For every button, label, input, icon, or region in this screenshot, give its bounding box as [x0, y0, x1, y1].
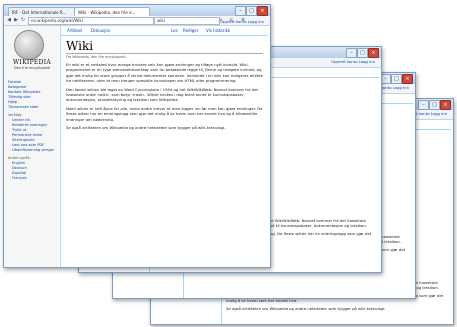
search-field[interactable]: wiki [154, 17, 220, 25]
sidebar-item[interactable]: Tilsvarende sider [8, 105, 58, 110]
logo-text: WIKIPEDIA [12, 59, 52, 66]
url-field[interactable]: no.wikipedia.org/wiki/Wiki [28, 17, 154, 25]
paragraph: Noen wikier er helt åpne for alle, mens … [66, 105, 263, 122]
close-button[interactable]: × [257, 6, 268, 16]
page-title: Wiki [66, 39, 263, 54]
user-links[interactable]: Opprett konto Logg inn [220, 19, 264, 24]
sidebar-item[interactable]: Utskriftsvennlig versjon [8, 148, 58, 153]
user-links[interactable]: Opprett konto Logg inn [331, 59, 375, 64]
titlebar[interactable]: IRF - Det Internationale R... Wiki - Wik… [4, 5, 270, 17]
maximize-button[interactable]: □ [429, 100, 440, 110]
maximize-button[interactable]: □ [246, 6, 257, 16]
maximize-button[interactable]: □ [357, 48, 368, 58]
maximize-button[interactable]: □ [391, 74, 402, 84]
sidebar-links: Forside Kategorier Kontakt Wikipedia Til… [8, 80, 58, 181]
reload-icon[interactable]: ↻ [20, 17, 26, 23]
minimize-button[interactable]: – [346, 48, 357, 58]
sidebar-item[interactable]: Français [8, 176, 58, 181]
minimize-button[interactable]: – [418, 100, 429, 110]
tab-rediger[interactable]: Rediger [183, 28, 198, 33]
page-subtitle: Fra Wikipedia, den frie encyklopedi [66, 55, 126, 59]
tab-historikk[interactable]: Vis historikk [206, 28, 230, 33]
wikipedia-logo[interactable] [14, 30, 44, 60]
paragraph: Se også artikkelen om Wikipedia og andre… [226, 305, 386, 311]
paragraph: Se også artikkelen om Wikipedia og andre… [66, 125, 226, 131]
close-button[interactable]: × [402, 74, 413, 84]
minimize-button[interactable]: – [235, 6, 246, 16]
close-button[interactable]: × [368, 48, 379, 58]
back-icon[interactable]: ◀ [6, 17, 12, 23]
sidebar: WIKIPEDIA Den frie encyklopedi Forside K… [4, 26, 59, 267]
close-button[interactable]: × [440, 100, 451, 110]
article-content: Artikkel Diskusjon Les Rediger Vis histo… [60, 19, 268, 267]
tab-les[interactable]: Les [171, 28, 178, 33]
forward-icon[interactable]: ▶ [13, 17, 19, 23]
browser-window-main[interactable]: IRF - Det Internationale R... Wiki - Wik… [3, 4, 271, 268]
paragraph: En wiki er et nettsted hvor mange bruker… [66, 62, 263, 84]
top-tabs: Artikkel Diskusjon Les Rediger Vis histo… [61, 19, 268, 36]
logo-subtitle: Den frie encyklopedi [13, 66, 51, 70]
paragraph: Den første wikien ble laget av Ward Cunn… [66, 86, 258, 103]
tab-diskusjon[interactable]: Diskusjon [91, 28, 110, 33]
tab-artikkel[interactable]: Artikkel [67, 28, 82, 33]
